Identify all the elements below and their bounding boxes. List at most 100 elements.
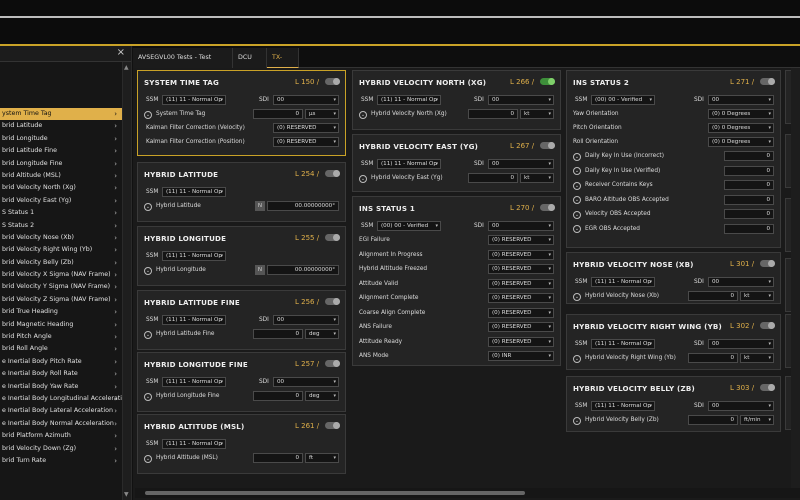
sidebar-item[interactable]: e Inertial Body Normal Acceleration › [0,418,131,430]
sidebar-item[interactable]: S Status 2 › [0,220,131,232]
sidebar-item[interactable]: brid Velocity Belly (Zb) › [0,257,131,269]
sidebar-item[interactable]: brid Altitude (MSL) › [0,170,131,182]
enum-select[interactable]: (0) RESERVED ▾ [488,264,554,274]
sidebar-item[interactable]: brid Latitude Fine › [0,145,131,157]
unit-select[interactable]: ft/min ▾ [740,415,774,425]
ssm-select[interactable]: (11) 11 - Normal Op ▾ [162,377,226,387]
value-input[interactable]: 0 [253,329,303,339]
value-input[interactable]: 0 [253,109,303,119]
enable-toggle[interactable] [760,78,775,85]
enum-select[interactable]: (0) RESERVED ▾ [488,278,554,289]
tab-test-suite[interactable]: AVSEGVL00 Tests - Test Suite [133,48,233,81]
sdi-select[interactable]: 00 ▾ [708,277,774,287]
expand-icon[interactable]: ⌄ [144,202,152,211]
ssm-select[interactable]: (11) 11 - Normal Op ▾ [591,339,655,349]
expand-icon[interactable]: ⌄ [144,454,152,463]
sidebar-item[interactable]: brid Roll Angle › [0,343,131,355]
sdi-select[interactable]: 00 ▾ [273,315,339,325]
value-input[interactable]: 0 [688,291,738,301]
expand-icon[interactable]: ⌄ [573,292,581,301]
enum-select[interactable]: (0) RESERVED ▾ [273,137,339,147]
enable-toggle[interactable] [540,204,555,211]
ssm-select[interactable]: (00) 00 - Verified ▾ [591,95,655,105]
sdi-select[interactable]: 00 ▾ [708,95,774,105]
unit-select[interactable]: ft ▾ [305,453,339,463]
sidebar-item[interactable]: e Inertial Body Roll Rate › [0,368,131,380]
expand-icon[interactable]: ⌄ [573,354,581,363]
value-input[interactable]: 00.00000000° [267,265,339,275]
sdi-select[interactable]: 00 ▾ [488,95,554,105]
close-icon[interactable]: × [117,47,125,58]
ssm-select[interactable]: (11) 11 - Normal Op ▾ [162,187,226,197]
unit-select[interactable]: µs ▾ [305,109,339,119]
horizontal-scrollbar[interactable] [135,488,800,498]
expand-icon[interactable]: ⌄ [573,210,581,219]
ssm-select[interactable]: (00) 00 - Verified ▾ [377,221,441,231]
ssm-select[interactable]: (11) 11 - Normal Op ▾ [162,439,226,449]
sidebar-item[interactable]: S Status 1 › [0,207,131,219]
enum-select[interactable]: (0) RESERVED ▾ [273,123,339,133]
value-input[interactable]: 0 [724,194,774,205]
sidebar-item[interactable]: ystem Time Tag › [0,108,131,121]
enum-select[interactable]: (0) RESERVED ▾ [488,249,554,260]
main-vertical-scrollbar[interactable] [791,68,800,488]
sidebar-item[interactable]: brid Velocity Y Sigma (NAV Frame) › [0,281,131,293]
enum-select[interactable]: (0) RESERVED ▾ [488,322,554,332]
scroll-up-icon[interactable]: ▲ [124,64,129,71]
expand-icon[interactable]: ⌄ [144,330,152,339]
value-input[interactable]: 0 [468,109,518,119]
enable-toggle[interactable] [325,422,340,429]
ssm-select[interactable]: (11) 11 - Normal Op ▾ [591,277,655,287]
enable-toggle[interactable] [760,260,775,267]
expand-icon[interactable]: ⌄ [144,266,152,275]
tab-tx-1[interactable]: TX-1× [267,48,299,81]
sdi-select[interactable]: 00 ▾ [273,377,339,387]
expand-icon[interactable]: ⌄ [359,174,367,183]
expand-icon[interactable]: ⌄ [144,392,152,401]
value-input[interactable]: 0 [468,173,518,183]
sidebar-item[interactable]: brid Turn Rate › [0,455,131,467]
scroll-thumb[interactable] [145,491,525,495]
enum-select[interactable]: (0) INR ▾ [488,351,554,361]
ssm-select[interactable]: (11) 11 - Normal Op ▾ [162,95,226,105]
enable-toggle[interactable] [325,360,340,367]
sidebar-item[interactable]: brid Pitch Angle › [0,331,131,343]
sidebar-item[interactable]: brid Velocity Down (Zg) › [0,443,131,455]
scroll-down-icon[interactable]: ▼ [124,491,129,498]
expand-icon[interactable]: ⌄ [573,181,581,190]
value-input[interactable]: 0 [724,165,774,176]
sidebar-item[interactable]: e Inertial Body Pitch Rate › [0,356,131,368]
unit-select[interactable]: kt ▾ [520,173,554,183]
sidebar-scrollbar[interactable]: ▲ ▼ [122,62,131,500]
sdi-select[interactable]: 00 ▾ [488,159,554,169]
ssm-select[interactable]: (11) 11 - Normal Op ▾ [591,401,655,411]
enable-toggle[interactable] [540,142,555,149]
sidebar-item[interactable]: brid Velocity Nose (Xb) › [0,232,131,244]
enum-select[interactable]: (0) RESERVED ▾ [488,235,554,245]
expand-icon[interactable]: ⌄ [573,225,581,233]
unit-select[interactable]: deg ▾ [305,391,339,401]
unit-select[interactable]: deg ▾ [305,329,339,339]
sidebar-item[interactable]: e Inertial Body Lateral Acceleration › [0,405,131,417]
sidebar-item[interactable]: brid Velocity East (Yg) › [0,195,131,207]
value-input[interactable]: 0 [724,180,774,190]
tab-dcu[interactable]: DCU [233,48,267,68]
sidebar-item[interactable]: e Inertial Body Yaw Rate › [0,381,131,393]
sidebar-item[interactable]: brid Velocity North (Xg) › [0,182,131,194]
value-input[interactable]: 0 [724,151,774,161]
value-input[interactable]: 0 [688,353,738,363]
expand-icon[interactable]: ⌄ [144,110,152,119]
expand-icon[interactable]: ⌄ [359,110,367,119]
value-input[interactable]: 0 [688,415,738,425]
value-input[interactable]: 0 [724,209,774,219]
enable-toggle[interactable] [325,298,340,305]
expand-icon[interactable]: ⌄ [573,152,581,161]
enum-select[interactable]: (0) RESERVED ▾ [488,293,554,303]
sidebar-item[interactable]: e Inertial Body Longitudinal Acceleratio… [0,393,131,405]
sidebar-item[interactable]: brid Platform Azimuth › [0,430,131,442]
unit-select[interactable]: kt ▾ [740,353,774,363]
sdi-select[interactable]: 00 ▾ [708,401,774,411]
sidebar-item[interactable]: brid Velocity X Sigma (NAV Frame) › [0,269,131,281]
unit-select[interactable]: kt ▾ [740,291,774,301]
enum-select[interactable]: (0) 0 Degrees ▾ [708,109,774,119]
